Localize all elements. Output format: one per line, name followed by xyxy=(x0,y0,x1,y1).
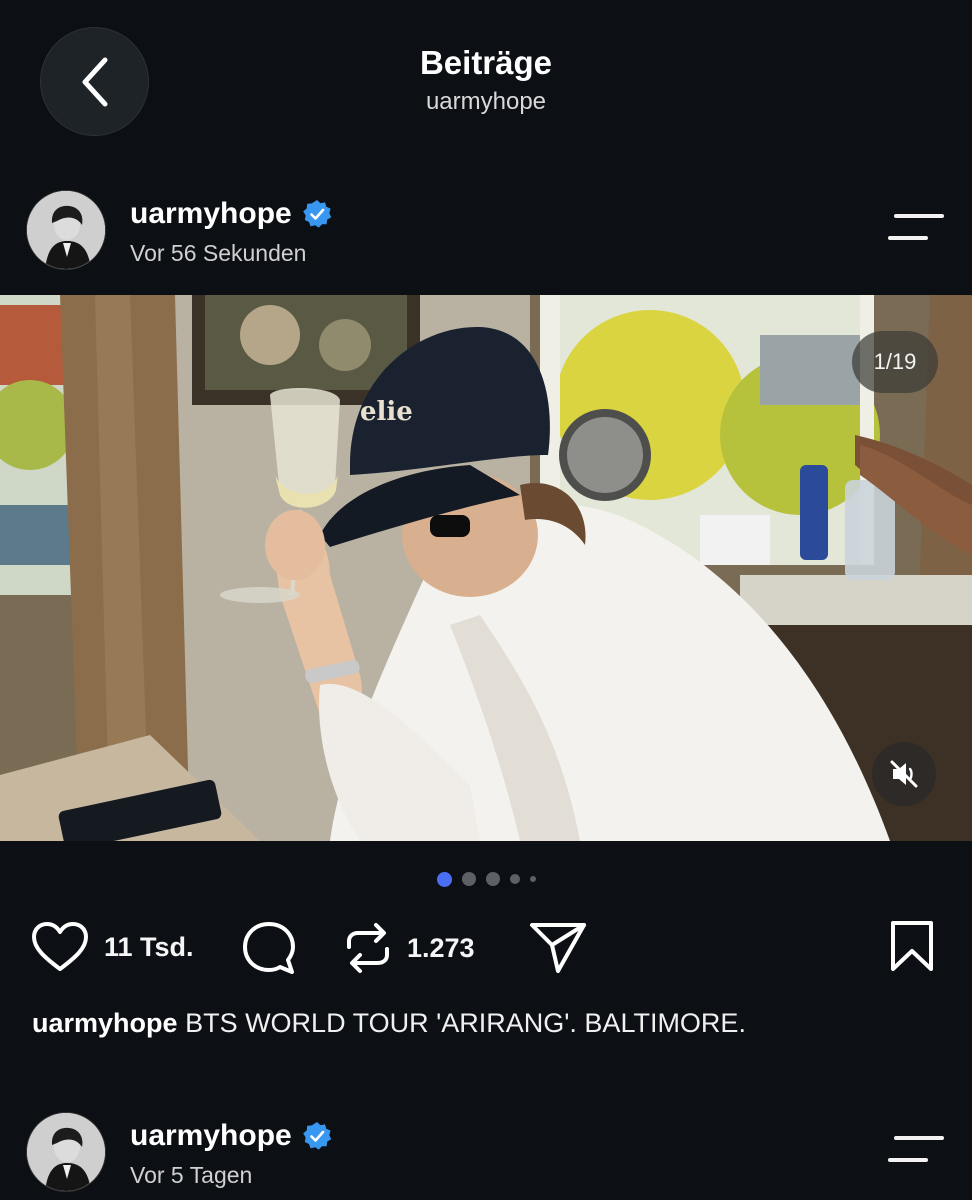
caption-text: BTS WORLD TOUR 'ARIRANG'. BALTIMORE. xyxy=(185,1008,746,1038)
repost-icon xyxy=(347,923,389,973)
like-count: 11 Tsd. xyxy=(104,931,194,962)
post-header: uarmyhope Vor 5 Tagen xyxy=(0,1112,972,1200)
top-header: Beiträge uarmyhope xyxy=(0,0,972,165)
avatar[interactable] xyxy=(26,1112,106,1192)
menu-line-icon xyxy=(894,214,944,218)
caption-username[interactable]: uarmyhope xyxy=(32,1008,178,1038)
page-subtitle: uarmyhope xyxy=(425,88,547,115)
comment-icon xyxy=(243,922,295,974)
avatar[interactable] xyxy=(26,190,106,270)
post-username[interactable]: uarmyhope xyxy=(130,197,292,231)
carousel-dot-active xyxy=(436,871,452,887)
save-button[interactable] xyxy=(888,919,936,973)
post-header: uarmyhope Vor 56 Sekunden xyxy=(0,190,972,280)
carousel-dot xyxy=(509,874,520,884)
verified-badge-icon xyxy=(302,1122,331,1150)
post-options-button[interactable] xyxy=(888,212,946,242)
speaker-muted-icon xyxy=(890,760,918,788)
post-options-button[interactable] xyxy=(888,1134,946,1164)
repost-count: 1.273 xyxy=(407,932,475,963)
send-icon xyxy=(530,923,586,973)
verified-badge-icon xyxy=(302,200,331,228)
page-title: Beiträge xyxy=(419,44,553,81)
post-time: Vor 56 Sekunden xyxy=(130,240,307,266)
media-counter-badge: 1/19 xyxy=(852,331,938,393)
comment-button[interactable] xyxy=(240,919,298,977)
share-button[interactable] xyxy=(528,919,588,975)
repost-button[interactable]: 1.273 xyxy=(343,921,475,975)
post-actions: 11 Tsd. 1.273 xyxy=(0,915,972,979)
menu-line-icon xyxy=(888,1158,928,1162)
like-button[interactable]: 11 Tsd. xyxy=(30,921,194,973)
post-time: Vor 5 Tagen xyxy=(130,1162,253,1188)
carousel-dot xyxy=(461,872,476,886)
menu-line-icon xyxy=(888,236,928,240)
heart-icon xyxy=(32,922,88,971)
carousel-dot xyxy=(485,872,500,886)
carousel-indicator xyxy=(0,870,972,888)
post-photo[interactable]: elie xyxy=(0,295,972,841)
post-caption: uarmyhope BTS WORLD TOUR 'ARIRANG'. BALT… xyxy=(32,1008,746,1039)
mute-button[interactable] xyxy=(872,742,936,806)
svg-text:elie: elie xyxy=(360,397,413,427)
menu-line-icon xyxy=(894,1136,944,1140)
bookmark-icon xyxy=(891,921,933,971)
carousel-dot xyxy=(529,876,536,882)
post-username[interactable]: uarmyhope xyxy=(130,1119,292,1153)
